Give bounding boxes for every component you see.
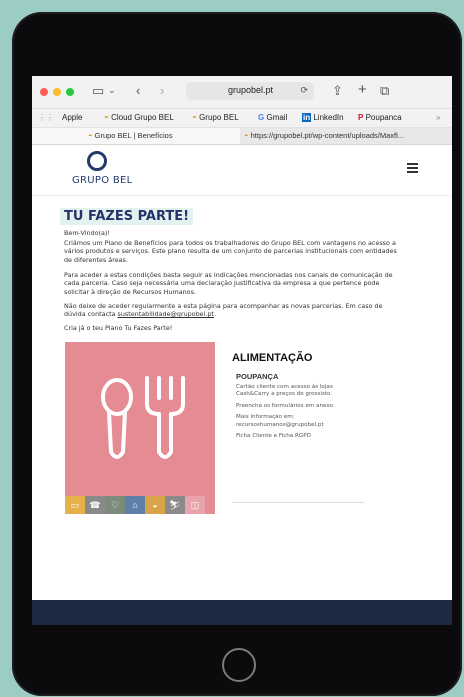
bookmarks-bar: ⋮⋮ Apple ◓ Cloud Grupo BEL ◓ Grupo BEL G…	[32, 109, 452, 128]
page-title: TU FAZES PARTE!	[60, 208, 194, 225]
cta-text: Cria já o teu Plano Tu Fazes Parte!	[64, 324, 173, 332]
section-more-info-label: Mais informação em:	[236, 414, 295, 420]
tab-overview-icon[interactable]: ⧉	[380, 83, 389, 99]
tab-bar: ◓ Grupo BEL | Benefícios ◓ https://grupo…	[32, 128, 452, 145]
bookmark-apple[interactable]: Apple	[62, 113, 82, 122]
address-bar[interactable]: grupobel.pt ⟳	[186, 82, 314, 100]
bookmark-linkedin[interactable]: in LinkedIn	[302, 113, 344, 122]
recursos-humanos-email-link[interactable]: recursoshumanos@grupobel.pt	[236, 422, 356, 429]
main-content: TU FAZES PARTE! Bem-Vindo(a)! Criámos um…	[32, 196, 452, 556]
site-footer	[32, 600, 452, 625]
section-forms: Preencha os formulários em anexo.	[236, 403, 335, 409]
minimize-window-button[interactable]	[53, 88, 61, 96]
bookmark-grupo-bel[interactable]: ◓ Grupo BEL	[192, 113, 239, 122]
follow-paragraph: Não deixe de aceder regularmente a esta …	[64, 302, 383, 319]
folder-icon: ◓	[104, 113, 109, 122]
sidebar-icon[interactable]: ▭	[92, 83, 104, 99]
category-food-icon[interactable]: ▭	[65, 496, 85, 514]
category-shop-icon[interactable]: ◫	[185, 496, 205, 514]
category-health-icon[interactable]: ♡	[105, 496, 125, 514]
folder-icon: ◓	[192, 113, 197, 122]
logo-text[interactable]: GRUPO BEL	[72, 175, 133, 186]
grid-icon[interactable]: ⋮⋮	[38, 113, 54, 122]
tab-pdf-upload[interactable]: ◓ https://grupobel.pt/wp-content/uploads…	[240, 128, 452, 144]
benefit-card: ▭ ☎ ♡ ⌂ ◒ ⛷ ◫ ALIMENTAÇÃO POUPANÇA Cartã…	[32, 342, 452, 522]
category-phone-icon[interactable]: ☎	[85, 496, 105, 514]
sustentabilidade-email-link[interactable]: sustentabilidade@grupobel.pt	[118, 310, 214, 318]
home-button[interactable]	[222, 648, 256, 682]
category-leisure-icon[interactable]: ⛷	[165, 496, 185, 514]
category-car-icon[interactable]: ◒	[145, 496, 165, 514]
linkedin-icon: in	[302, 113, 312, 122]
share-icon[interactable]: ⇪	[332, 83, 343, 99]
section-description: Cartão cliente com acesso às lojas Cash&…	[236, 384, 333, 398]
tab-beneficios[interactable]: ◓ Grupo BEL | Benefícios	[32, 128, 240, 144]
intro-paragraph: Criámos um Plano de Benefícios para todo…	[64, 239, 397, 264]
section-files-link[interactable]: Ficha Cliente e Ficha RGPD	[236, 433, 356, 440]
section-title: ALIMENTAÇÃO	[232, 352, 313, 364]
grupo-bel-logo-icon[interactable]	[87, 151, 107, 171]
maximize-window-button[interactable]	[66, 88, 74, 96]
address-bar-url: grupobel.pt	[228, 85, 274, 95]
bookmark-poupanca[interactable]: P Poupanca	[358, 113, 402, 122]
browser-window: ▭ ⌄ ‹ › grupobel.pt ⟳ ⇪ + ⧉ ⋮⋮ Apple ◓ C…	[32, 76, 452, 625]
poupanca-icon: P	[358, 113, 364, 122]
new-tab-icon[interactable]: +	[358, 81, 367, 98]
browser-toolbar: ▭ ⌄ ‹ › grupobel.pt ⟳ ⇪ + ⧉	[32, 76, 452, 109]
translate-reload-icon[interactable]: ⟳	[300, 85, 308, 96]
category-strip: ▭ ☎ ♡ ⌂ ◒ ⛷ ◫	[65, 496, 205, 514]
forward-icon: ›	[160, 83, 165, 98]
menu-icon[interactable]	[407, 163, 418, 175]
back-icon[interactable]: ‹	[136, 83, 140, 98]
section-subtitle: POUPANÇA	[236, 372, 279, 381]
favicon-icon: ◓	[88, 131, 93, 140]
favicon-icon: ◓	[244, 131, 249, 140]
cutlery-icon	[101, 376, 185, 459]
chevron-down-icon[interactable]: ⌄	[108, 85, 116, 96]
bookmark-gmail[interactable]: G Gmail	[258, 113, 287, 122]
bookmark-cloud-grupo-bel[interactable]: ◓ Cloud Grupo BEL	[104, 113, 174, 122]
category-home-icon[interactable]: ⌂	[125, 496, 145, 514]
greeting-text: Bem-Vindo(a)!	[64, 229, 110, 237]
close-window-button[interactable]	[40, 88, 48, 96]
access-paragraph: Para aceder a estas condições basta segu…	[64, 271, 393, 296]
alimentacao-image	[65, 342, 215, 514]
section-divider	[232, 502, 364, 503]
google-icon: G	[258, 113, 265, 122]
more-bookmarks-icon[interactable]: »	[436, 113, 440, 122]
site-header: GRUPO BEL	[32, 145, 452, 196]
